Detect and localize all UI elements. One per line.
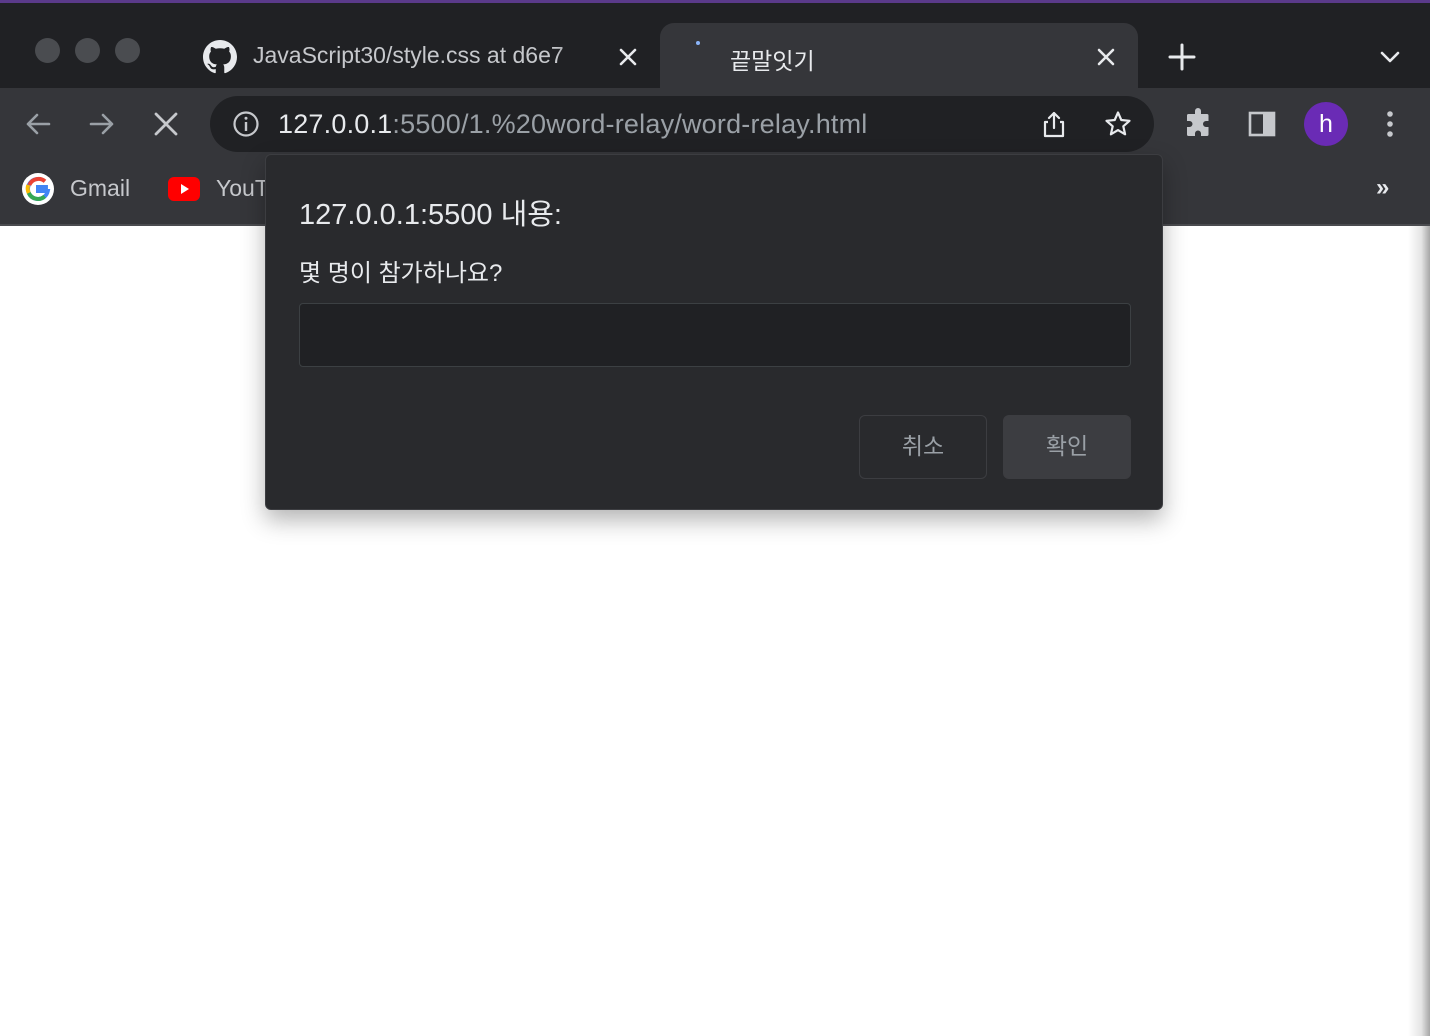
close-icon[interactable] (1094, 45, 1118, 69)
share-icon[interactable] (1040, 110, 1068, 138)
google-icon (22, 173, 54, 205)
back-arrow-icon[interactable] (22, 108, 54, 140)
cancel-button[interactable]: 취소 (859, 415, 987, 479)
dialog-title: 127.0.0.1:5500 내용: (299, 199, 562, 231)
window-close-button[interactable] (35, 38, 60, 63)
ok-button[interactable]: 확인 (1003, 415, 1131, 479)
bookmark-label: Gmail (70, 175, 131, 201)
github-icon (203, 40, 237, 74)
bookmark-youtube[interactable]: YouT (168, 172, 269, 206)
forward-arrow-icon[interactable] (86, 108, 118, 140)
address-bar[interactable]: 127.0.0.1:5500/1.%20word-relay/word-rela… (210, 96, 1154, 152)
star-icon[interactable] (1104, 110, 1132, 138)
new-tab-plus-icon[interactable] (1166, 41, 1198, 73)
window-edge-shadow (1408, 226, 1430, 1036)
extensions-puzzle-icon[interactable] (1182, 108, 1214, 140)
loading-spinner-icon (696, 41, 700, 45)
close-icon[interactable] (616, 45, 640, 69)
youtube-icon (168, 177, 200, 201)
url-text[interactable]: 127.0.0.1:5500/1.%20word-relay/word-rela… (278, 109, 868, 140)
browser-toolbar: 127.0.0.1:5500/1.%20word-relay/word-rela… (0, 88, 1430, 160)
window-minimize-button[interactable] (75, 38, 100, 63)
url-host: 127.0.0.1 (278, 109, 393, 139)
prompt-dialog: 127.0.0.1:5500 내용: 몇 명이 참가하나요? 취소 확인 (265, 154, 1163, 510)
tab-word-relay[interactable]: 끝말잇기 (660, 23, 1138, 91)
bookmark-label: YouT (216, 175, 269, 201)
tab-github-style-css[interactable]: JavaScript30/style.css at d6e7 (185, 23, 655, 91)
dialog-message: 몇 명이 참가하나요? (299, 260, 503, 287)
info-icon[interactable] (232, 110, 260, 138)
prompt-input[interactable] (299, 303, 1131, 367)
profile-avatar[interactable]: h (1304, 102, 1348, 146)
side-panel-icon[interactable] (1246, 108, 1278, 140)
tab-title: 끝말잇기 (730, 48, 815, 74)
url-path: :5500/1.%20word-relay/word-relay.html (392, 109, 868, 139)
bookmark-gmail[interactable]: Gmail (22, 172, 142, 206)
more-vertical-icon[interactable] (1374, 108, 1406, 140)
chevron-down-icon[interactable] (1376, 43, 1404, 71)
bookmarks-overflow-button[interactable]: » (1376, 174, 1389, 202)
tab-strip: JavaScript30/style.css at d6e7 끝말잇기 (0, 3, 1430, 91)
window-zoom-button[interactable] (115, 38, 140, 63)
tab-title: JavaScript30/style.css at d6e7 (253, 42, 564, 68)
stop-loading-icon[interactable] (150, 108, 182, 140)
